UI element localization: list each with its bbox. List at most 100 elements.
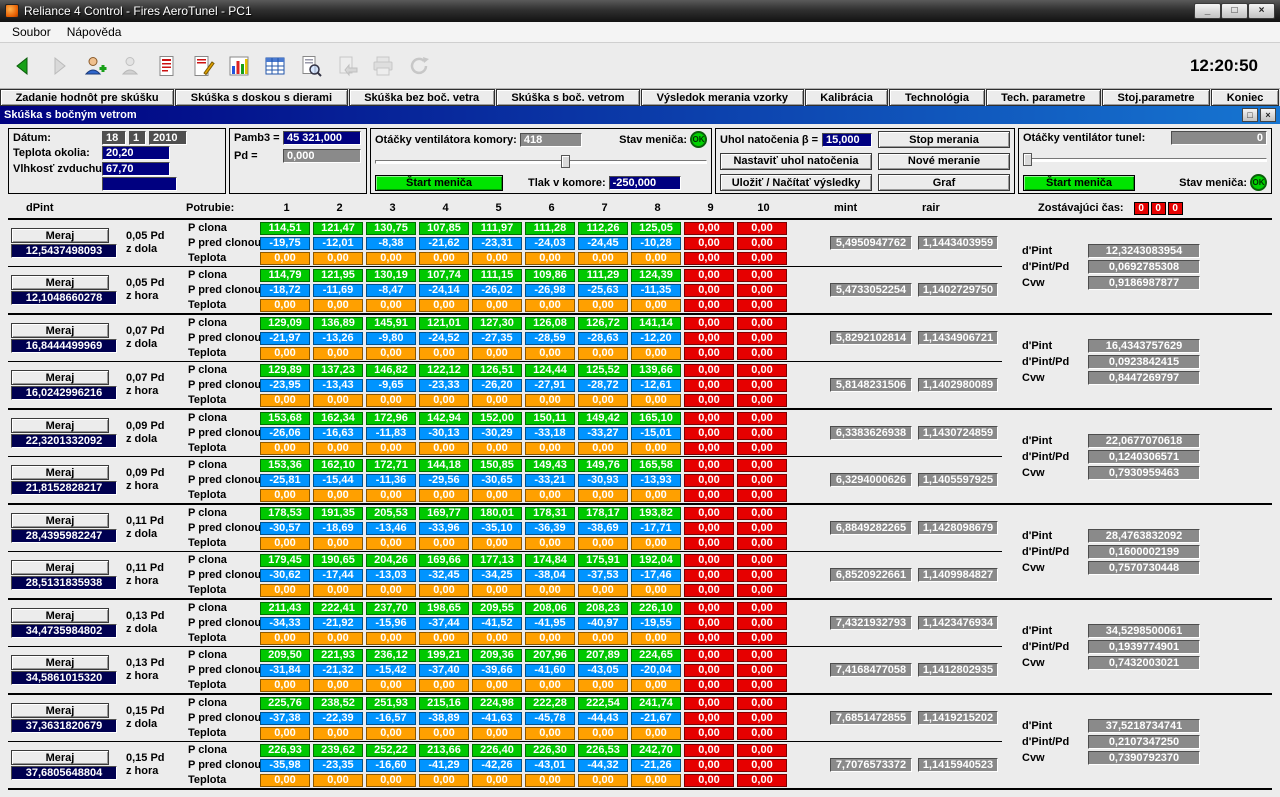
tab-1[interactable]: Zadanie hodnôt pre skúšku [0, 89, 174, 106]
data-cell: 0,00 [472, 584, 522, 597]
tab-2[interactable]: Skúška s doskou s dierami [175, 89, 347, 106]
tab-5[interactable]: Výsledok merania vzorky [641, 89, 804, 106]
result-value: 28,4763832092 [1088, 529, 1200, 543]
position-label: z hora [126, 670, 186, 683]
tab-3[interactable]: Skúška bez boč. vetra [349, 89, 495, 106]
data-cell: 0,00 [684, 727, 734, 740]
data-cell: 0,00 [737, 299, 787, 312]
meraj-button[interactable]: Meraj [11, 370, 109, 385]
p-clona-row: P clona211,43222,41237,70198,65209,55208… [186, 601, 790, 615]
data-cell: -15,44 [313, 474, 363, 487]
save-load-results-button[interactable]: Uložiť / Načítať výsledky [720, 174, 872, 191]
remaining-digit: 0 [1134, 202, 1149, 215]
data-cell: -33,96 [419, 522, 469, 535]
row-label: P clona [186, 459, 260, 471]
panel-title: Skúška s bočným vetrom [4, 109, 1240, 121]
edit-report-icon[interactable] [188, 51, 218, 81]
date-year-field[interactable]: 2010 [149, 131, 187, 145]
table-icon[interactable] [260, 51, 290, 81]
data-cell: 0,00 [684, 237, 734, 250]
pd-value-label: 0,07 Pd [126, 372, 186, 385]
minimize-button[interactable]: _ [1194, 3, 1221, 19]
stop-measurement-button[interactable]: Stop merania [878, 131, 1010, 148]
graph-button[interactable]: Graf [878, 174, 1010, 191]
meraj-button[interactable]: Meraj [11, 228, 109, 243]
data-cell: 124,39 [631, 269, 681, 282]
data-cell: 0,00 [260, 632, 310, 645]
p-pred-clonou-row: P pred clonou-21,97-13,26-9,80-24,52-27,… [186, 331, 790, 345]
data-cell: 0,00 [684, 569, 734, 582]
chart-icon[interactable] [224, 51, 254, 81]
data-cell: 0,00 [737, 442, 787, 455]
results-block: d'Pint22,0677070618d'Pint/Pd0,1240306571… [1002, 434, 1272, 480]
data-cell: 207,96 [525, 649, 575, 662]
data-cell: -37,44 [419, 617, 469, 630]
new-measurement-button[interactable]: Nové meranie [878, 153, 1010, 170]
meraj-button[interactable]: Meraj [11, 750, 109, 765]
meraj-button[interactable]: Meraj [11, 465, 109, 480]
data-cell: 0,00 [737, 632, 787, 645]
data-cell: 0,00 [737, 617, 787, 630]
teplota-row: Teplota0,000,000,000,000,000,000,000,000… [186, 773, 790, 787]
data-cell: 0,00 [737, 427, 787, 440]
data-cell: 209,36 [472, 649, 522, 662]
meraj-button[interactable]: Meraj [11, 323, 109, 338]
results-block: d'Pint34,5298500061d'Pint/Pd0,1939774901… [1002, 624, 1272, 670]
data-cell: 178,53 [260, 507, 310, 520]
meraj-button[interactable]: Meraj [11, 703, 109, 718]
alarm-report-icon[interactable] [152, 51, 182, 81]
tunnel-inverter-start-button[interactable]: Štart meniča [1023, 175, 1135, 191]
data-cell: 153,36 [260, 459, 310, 472]
tab-9[interactable]: Stoj.parametre [1102, 89, 1210, 106]
rair-value: 1,1415940523 [918, 758, 998, 772]
back-icon[interactable] [8, 51, 38, 81]
data-cell: 0,00 [525, 442, 575, 455]
tab-7[interactable]: Technológia [889, 89, 984, 106]
close-button[interactable]: × [1248, 3, 1275, 19]
panel-restore-button[interactable]: □ [1242, 108, 1258, 122]
result-label: d'Pint/Pd [1022, 261, 1080, 273]
meraj-button[interactable]: Meraj [11, 275, 109, 290]
tunnel-fan-slider[interactable] [1023, 153, 1267, 166]
tab-8[interactable]: Tech. parametre [986, 89, 1101, 106]
data-cell: 0,00 [631, 584, 681, 597]
data-cell: -21,92 [313, 617, 363, 630]
maximize-button[interactable]: □ [1221, 3, 1248, 19]
print-preview-icon[interactable] [296, 51, 326, 81]
meraj-button[interactable]: Meraj [11, 513, 109, 528]
data-cell: 0,00 [737, 649, 787, 662]
tab-10[interactable]: Koniec [1211, 89, 1279, 106]
slider-thumb[interactable] [561, 155, 570, 168]
menu-napoveda[interactable]: Nápověda [59, 22, 130, 42]
data-cell: 146,82 [366, 364, 416, 377]
meraj-button[interactable]: Meraj [11, 560, 109, 575]
menu-soubor[interactable]: Soubor [4, 22, 59, 42]
data-cell: -27,35 [472, 332, 522, 345]
user-login-icon[interactable] [80, 51, 110, 81]
pd-value-label: 0,05 Pd [126, 230, 186, 243]
meraj-button[interactable]: Meraj [11, 608, 109, 623]
data-cell: 0,00 [313, 394, 363, 407]
date-day-field[interactable]: 18 [102, 131, 126, 145]
data-cell: 121,01 [419, 317, 469, 330]
result-label: d'Pint [1022, 245, 1080, 257]
data-cell: 0,00 [313, 442, 363, 455]
date-month-field[interactable]: 1 [129, 131, 146, 145]
chamber-inverter-start-button[interactable]: Štart meniča [375, 175, 503, 191]
tab-6[interactable]: Kalibrácia [805, 89, 889, 106]
chamber-fan-slider[interactable] [375, 155, 707, 168]
set-angle-button[interactable]: Nastaviť uhol natočenia [720, 153, 872, 170]
data-cell: 130,75 [366, 222, 416, 235]
result-label: d'Pint [1022, 435, 1080, 447]
data-cell: 238,52 [313, 697, 363, 710]
data-cell: 0,00 [578, 252, 628, 265]
panel-close-button[interactable]: × [1260, 108, 1276, 122]
tab-4[interactable]: Skúška s boč. vetrom [496, 89, 640, 106]
data-cell: 142,94 [419, 412, 469, 425]
meraj-button[interactable]: Meraj [11, 655, 109, 670]
data-cell: 209,55 [472, 602, 522, 615]
rair-value: 1,1443403959 [918, 236, 998, 250]
meraj-button[interactable]: Meraj [11, 418, 109, 433]
result-label: d'Pint/Pd [1022, 451, 1080, 463]
slider-thumb[interactable] [1023, 153, 1032, 166]
